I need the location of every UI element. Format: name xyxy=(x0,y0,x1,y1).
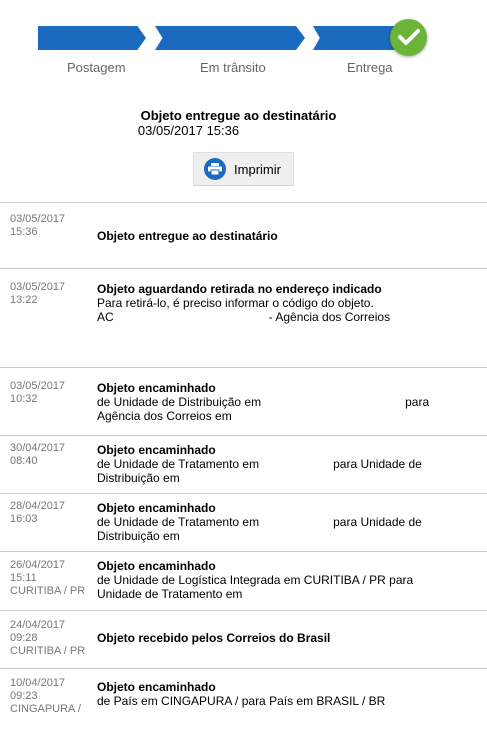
event-detail: de País em CINGAPURA / para País em BRAS… xyxy=(97,694,386,708)
event-date: 10/04/2017 xyxy=(10,677,66,689)
event-detail: para xyxy=(405,395,430,409)
event-row: 26/04/2017 15:11 CURITIBA / PR Objeto enca… xyxy=(0,552,487,611)
event-detail: Para retirá-lo, é preciso informar o cód… xyxy=(97,296,374,310)
event-row: 10/04/2017 09:23 CINGAPURA / Objeto encami… xyxy=(0,669,487,729)
event-date: 30/04/2017 xyxy=(10,442,66,454)
print-button[interactable]: Imprimir xyxy=(193,152,294,186)
progress-segment-postagem xyxy=(38,26,146,50)
event-time: 15:11 xyxy=(10,572,37,584)
event-time: 08:40 xyxy=(10,455,38,467)
event-row: 03/05/2017 10:32 Objeto encaminhado de Un… xyxy=(0,368,487,436)
event-detail: Distribuição em xyxy=(97,471,180,485)
event-title: Objeto encaminhado xyxy=(97,680,216,694)
progress-segment-em-transito xyxy=(155,26,305,50)
check-icon xyxy=(390,19,427,56)
tracking-events-list: 03/05/2017 15:36 Objeto entregue ao desti… xyxy=(0,202,487,729)
event-detail: para Unidade de xyxy=(333,457,422,471)
event-date: 03/05/2017 xyxy=(10,380,66,392)
step-label-postagem: Postagem xyxy=(67,60,126,75)
step-label-entrega: Entrega xyxy=(347,60,393,75)
print-button-label: Imprimir xyxy=(234,161,281,177)
event-time: 13:22 xyxy=(10,294,38,306)
event-detail: de Unidade de Tratamento em xyxy=(97,515,260,529)
event-row: 30/04/2017 08:40 Objeto encaminhado de Un… xyxy=(0,436,487,494)
event-row: 03/05/2017 15:36 Objeto entregue ao desti… xyxy=(0,203,487,269)
tracking-progress-bar xyxy=(0,0,487,64)
event-row: 03/05/2017 13:22 Objeto aguardando retira… xyxy=(0,269,487,368)
event-detail: Agência dos Correios em xyxy=(97,409,232,423)
event-date: 03/05/2017 xyxy=(10,213,66,225)
event-title: Objeto entregue ao destinatário xyxy=(97,229,278,243)
progress-step-labels: Postagem Em trânsito Entrega xyxy=(0,60,487,84)
event-detail: para Unidade de xyxy=(333,515,422,529)
event-time: 15:36 xyxy=(10,226,38,238)
event-date: 03/05/2017 xyxy=(10,281,66,293)
step-label-em-transito: Em trânsito xyxy=(200,60,266,75)
event-date: 26/04/2017 xyxy=(10,559,66,571)
event-title: Objeto encaminhado xyxy=(97,381,216,395)
event-time: 16:03 xyxy=(10,513,38,525)
summary-status: Objeto entregue ao destinatário xyxy=(140,108,337,123)
event-date: 24/04/2017 xyxy=(10,619,66,631)
event-row: 24/04/2017 09:28 CURITIBA / PR Objeto rece… xyxy=(0,611,487,669)
event-detail: AC xyxy=(97,310,114,324)
event-place: CURITIBA / PR xyxy=(10,585,86,597)
event-time: 09:28 xyxy=(10,632,38,644)
event-title: Objeto encaminhado xyxy=(97,501,216,515)
event-date: 28/04/2017 xyxy=(10,500,66,512)
event-title: Objeto encaminhado xyxy=(97,443,216,457)
event-row: 28/04/2017 16:03 Objeto encaminhado de Un… xyxy=(0,494,487,552)
delivery-summary: Objeto entregue ao destinatário 03/05/20… xyxy=(0,108,487,138)
printer-icon xyxy=(204,158,227,180)
event-title: Objeto aguardando retirada no endereço i… xyxy=(97,282,382,296)
event-detail: de Unidade de Logística Integrada em CUR… xyxy=(97,573,414,601)
event-place: CINGAPURA / xyxy=(10,703,81,715)
event-title: Objeto encaminhado xyxy=(97,559,216,573)
event-place: CURITIBA / PR xyxy=(10,645,86,657)
event-detail: Distribuição em xyxy=(97,529,180,543)
summary-datetime: 03/05/2017 15:36 xyxy=(137,123,240,138)
event-detail: de Unidade de Tratamento em xyxy=(97,457,260,471)
event-title: Objeto recebido pelos Correios do Brasil xyxy=(97,631,331,645)
event-time: 10:32 xyxy=(10,393,38,405)
event-time: 09:23 xyxy=(10,690,38,702)
event-detail: - Agência dos Correios xyxy=(268,310,391,324)
progress-segment-entrega xyxy=(313,26,398,50)
event-detail: de Unidade de Distribuição em xyxy=(97,395,262,409)
